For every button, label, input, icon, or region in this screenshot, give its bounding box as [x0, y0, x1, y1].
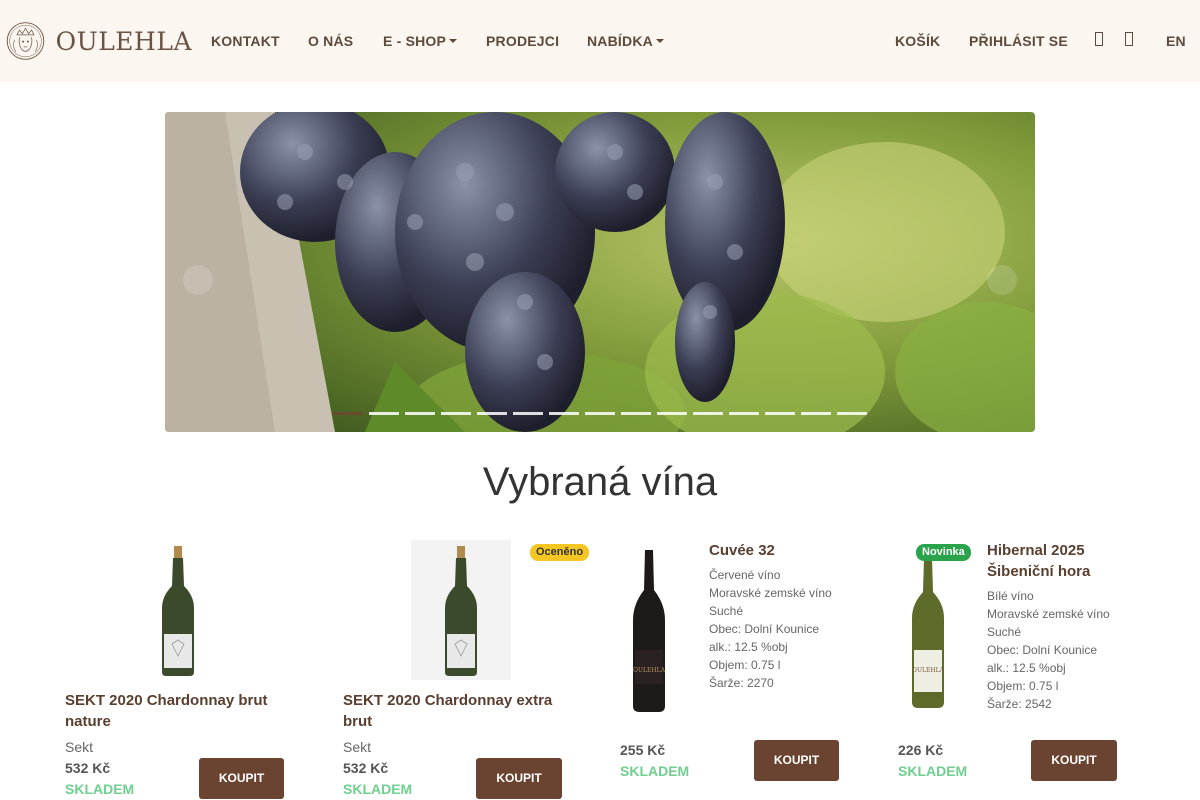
svg-text:OULEHLA: OULEHLA	[633, 667, 666, 674]
nav-eshop[interactable]: E - SHOP	[383, 33, 458, 49]
new-badge: Novinka	[916, 544, 971, 561]
nav-o-nas[interactable]: O NÁS	[308, 33, 353, 49]
nav-prihlasit[interactable]: PŘIHLÁSIT SE	[969, 33, 1068, 49]
product-price: 255 Kč	[620, 742, 666, 758]
wine-alcohol: alk.: 12.5 %obj	[987, 661, 1066, 675]
wine-alcohol: alk.: 12.5 %obj	[709, 640, 788, 654]
chevron-down-icon	[449, 39, 458, 43]
stock-status: SKLADEM	[898, 763, 968, 779]
wine-origin: Moravské zemské víno	[987, 607, 1110, 621]
carousel-indicator[interactable]	[549, 412, 579, 415]
chevron-down-icon	[655, 39, 664, 43]
carousel-indicator[interactable]	[837, 412, 867, 415]
product-price: 532 Kč	[65, 760, 111, 776]
wine-village: Obec: Dolní Kounice	[987, 643, 1098, 657]
carousel-indicator[interactable]	[477, 412, 507, 415]
nav-nabidka[interactable]: NABÍDKA	[587, 33, 664, 49]
product-image[interactable]	[158, 546, 198, 681]
hero-carousel	[165, 112, 1035, 432]
award-badge: Oceněno	[530, 544, 590, 561]
product-type: Sekt	[343, 739, 372, 755]
wine-village: Obec: Dolní Kounice	[709, 622, 820, 636]
wine-color: Červené víno	[709, 568, 781, 582]
logo-emblem-icon	[6, 22, 45, 60]
cart-icon[interactable]	[1125, 32, 1135, 46]
stock-status: SKLADEM	[65, 781, 135, 797]
carousel-slide-image	[165, 112, 1035, 432]
product-name[interactable]: SEKT 2020 Chardonnay brut nature	[65, 690, 295, 732]
carousel-indicator[interactable]	[657, 412, 687, 415]
wine-volume: Objem: 0.75 l	[987, 679, 1059, 693]
product-image[interactable]	[441, 546, 481, 681]
product-details: Červené víno Moravské zemské víno Suché …	[709, 566, 859, 692]
nav-kontakt[interactable]: KONTAKT	[211, 33, 280, 49]
language-switch[interactable]: EN	[1166, 33, 1186, 49]
carousel-indicator[interactable]	[621, 412, 651, 415]
carousel-next-button[interactable]	[987, 265, 1017, 295]
logo[interactable]: OULEHLA	[6, 9, 192, 73]
user-icon[interactable]	[1095, 32, 1105, 46]
carousel-indicator[interactable]	[801, 412, 831, 415]
wine-batch: Šarže: 2270	[709, 676, 774, 690]
product-image[interactable]: OULEHLA	[910, 558, 946, 713]
product-price: 226 Kč	[898, 742, 944, 758]
carousel-indicator[interactable]	[765, 412, 795, 415]
nav-nabidka-label: NABÍDKA	[587, 33, 653, 49]
carousel-indicator[interactable]	[585, 412, 615, 415]
svg-text:OULEHLA: OULEHLA	[912, 667, 945, 674]
nav-kosik[interactable]: KOŠÍK	[895, 33, 940, 49]
product-details: Bílé víno Moravské zemské víno Suché Obe…	[987, 587, 1137, 713]
wine-batch: Šarže: 2542	[987, 697, 1052, 711]
nav-eshop-label: E - SHOP	[383, 33, 447, 49]
wine-sweetness: Suché	[709, 604, 744, 618]
product-name[interactable]: Cuvée 32	[709, 540, 859, 561]
buy-button[interactable]: KOUPIT	[476, 758, 562, 799]
carousel-indicator[interactable]	[513, 412, 543, 415]
product-name[interactable]: Hibernal 2025 Šibeniční hora	[987, 540, 1137, 582]
carousel-indicators	[333, 412, 867, 415]
wine-sweetness: Suché	[987, 625, 1022, 639]
carousel-indicator[interactable]	[333, 412, 363, 415]
site-header: OULEHLA KONTAKT O NÁS E - SHOP PRODEJCI …	[0, 0, 1200, 82]
carousel-indicator[interactable]	[405, 412, 435, 415]
wine-color: Bílé víno	[987, 589, 1034, 603]
stock-status: SKLADEM	[343, 781, 413, 797]
product-price: 532 Kč	[343, 760, 389, 776]
product-type: Sekt	[65, 739, 94, 755]
nav-prodejci[interactable]: PRODEJCI	[486, 33, 559, 49]
product-name[interactable]: SEKT 2020 Chardonnay extra brut	[343, 690, 573, 732]
buy-button[interactable]: KOUPIT	[754, 740, 839, 781]
carousel-indicator[interactable]	[729, 412, 759, 415]
product-image[interactable]: OULEHLA	[631, 550, 667, 717]
carousel-indicator[interactable]	[441, 412, 471, 415]
carousel-indicator[interactable]	[369, 412, 399, 415]
stock-status: SKLADEM	[620, 763, 690, 779]
buy-button[interactable]: KOUPIT	[199, 758, 284, 799]
buy-button[interactable]: KOUPIT	[1031, 740, 1117, 781]
section-title: Vybraná vína	[482, 460, 718, 504]
carousel-prev-button[interactable]	[183, 265, 213, 295]
carousel-indicator[interactable]	[693, 412, 723, 415]
wine-volume: Objem: 0.75 l	[709, 658, 781, 672]
brand-name: OULEHLA	[55, 26, 192, 56]
wine-origin: Moravské zemské víno	[709, 586, 832, 600]
